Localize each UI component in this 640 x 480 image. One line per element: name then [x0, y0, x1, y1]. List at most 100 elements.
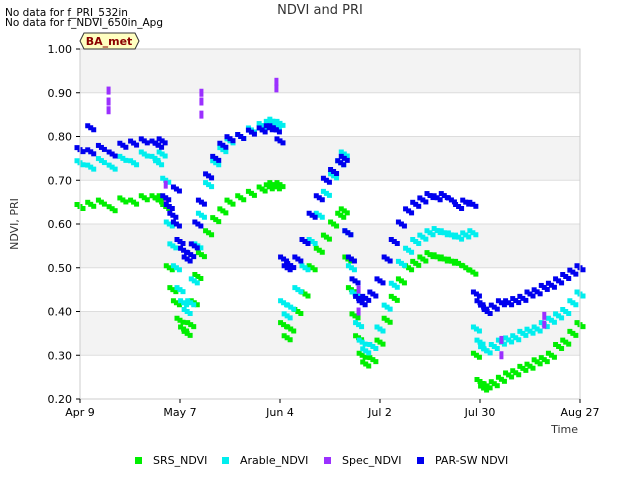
data-point	[223, 144, 229, 150]
data-point	[566, 311, 572, 316]
data-point	[123, 157, 129, 163]
data-point	[91, 151, 97, 157]
data-point	[201, 254, 207, 260]
data-point	[416, 262, 422, 268]
y-tick-label: 0.30	[48, 349, 73, 362]
data-point	[162, 153, 168, 159]
data-point	[298, 258, 304, 264]
data-point	[201, 214, 207, 220]
data-point	[580, 324, 586, 330]
data-point	[298, 289, 304, 295]
x-tick-label: Jul 2	[367, 406, 392, 419]
data-point	[401, 223, 407, 229]
data-point	[163, 180, 168, 189]
data-point	[334, 171, 340, 176]
data-point	[162, 140, 168, 146]
data-point	[106, 86, 111, 95]
data-point	[387, 306, 393, 312]
data-point	[176, 188, 182, 194]
data-point	[176, 223, 182, 229]
data-point	[280, 140, 286, 146]
data-point	[199, 88, 204, 97]
data-point	[251, 192, 257, 198]
data-point	[401, 280, 407, 286]
data-point	[223, 149, 229, 155]
x-tick-label: May 7	[163, 406, 196, 419]
data-point	[280, 122, 286, 128]
data-point	[319, 197, 325, 203]
legend-swatch	[222, 457, 229, 464]
data-point	[542, 311, 547, 320]
data-point	[326, 236, 332, 242]
data-point	[180, 319, 186, 325]
data-point	[159, 144, 165, 150]
data-point	[459, 206, 465, 211]
y-tick-label: 0.20	[48, 393, 73, 406]
data-point	[291, 306, 297, 312]
x-tick-label: Jun 4	[265, 406, 294, 419]
data-point	[194, 245, 200, 251]
y-tick-label: 0.80	[48, 131, 73, 144]
data-point	[230, 201, 236, 207]
legend-swatch	[324, 457, 331, 464]
data-point	[312, 241, 318, 246]
data-point	[494, 383, 500, 389]
data-point	[187, 311, 193, 316]
data-point	[499, 335, 504, 344]
data-point	[194, 280, 200, 286]
data-point	[551, 284, 557, 290]
data-point	[319, 249, 325, 255]
data-point	[380, 328, 386, 334]
data-point	[173, 245, 179, 251]
data-point	[274, 84, 279, 93]
data-point	[356, 285, 361, 294]
data-point	[334, 223, 340, 229]
data-point	[159, 162, 165, 168]
data-point	[341, 214, 347, 220]
data-point	[487, 311, 493, 316]
y-tick-label: 1.00	[48, 43, 73, 56]
y-axis-label: NDVI, PRI	[8, 198, 21, 250]
data-point	[201, 201, 207, 207]
data-point	[291, 328, 297, 334]
y-tick-label: 0.70	[48, 174, 73, 187]
data-point	[112, 208, 118, 214]
data-point	[91, 166, 97, 172]
data-point	[494, 306, 500, 312]
data-point	[380, 280, 386, 286]
data-point	[544, 359, 550, 365]
data-point	[573, 302, 579, 308]
data-point	[91, 127, 97, 133]
legend: SRS_NDVI Arable_NDVI Spec_NDVI PAR-SW NDVI	[135, 454, 508, 467]
data-point	[566, 276, 572, 281]
legend-item: SRS_NDVI	[135, 454, 207, 467]
data-point	[287, 337, 293, 343]
data-point	[373, 359, 379, 365]
data-point	[209, 232, 215, 238]
legend-swatch	[135, 457, 142, 464]
data-point	[334, 175, 340, 181]
data-point	[101, 160, 107, 166]
data-point	[537, 328, 543, 334]
legend-label: Arable_NDVI	[240, 454, 308, 467]
data-point	[305, 241, 311, 246]
data-point	[80, 149, 86, 155]
data-point	[298, 311, 304, 316]
data-point	[499, 351, 504, 360]
data-point	[373, 346, 379, 351]
data-point	[123, 144, 129, 150]
legend-item: Spec_NDVI	[324, 454, 402, 467]
x-tick-label: Apr 9	[65, 406, 95, 419]
data-point	[209, 184, 215, 190]
data-point	[251, 131, 257, 137]
grid-band	[80, 49, 580, 93]
data-point	[319, 214, 325, 220]
data-point	[287, 315, 293, 321]
data-point	[348, 232, 354, 238]
data-point	[573, 332, 579, 338]
data-point	[351, 258, 357, 264]
legend-item: Arable_NDVI	[222, 454, 308, 467]
data-point	[476, 293, 482, 299]
data-point	[423, 199, 429, 205]
data-point	[305, 293, 311, 299]
